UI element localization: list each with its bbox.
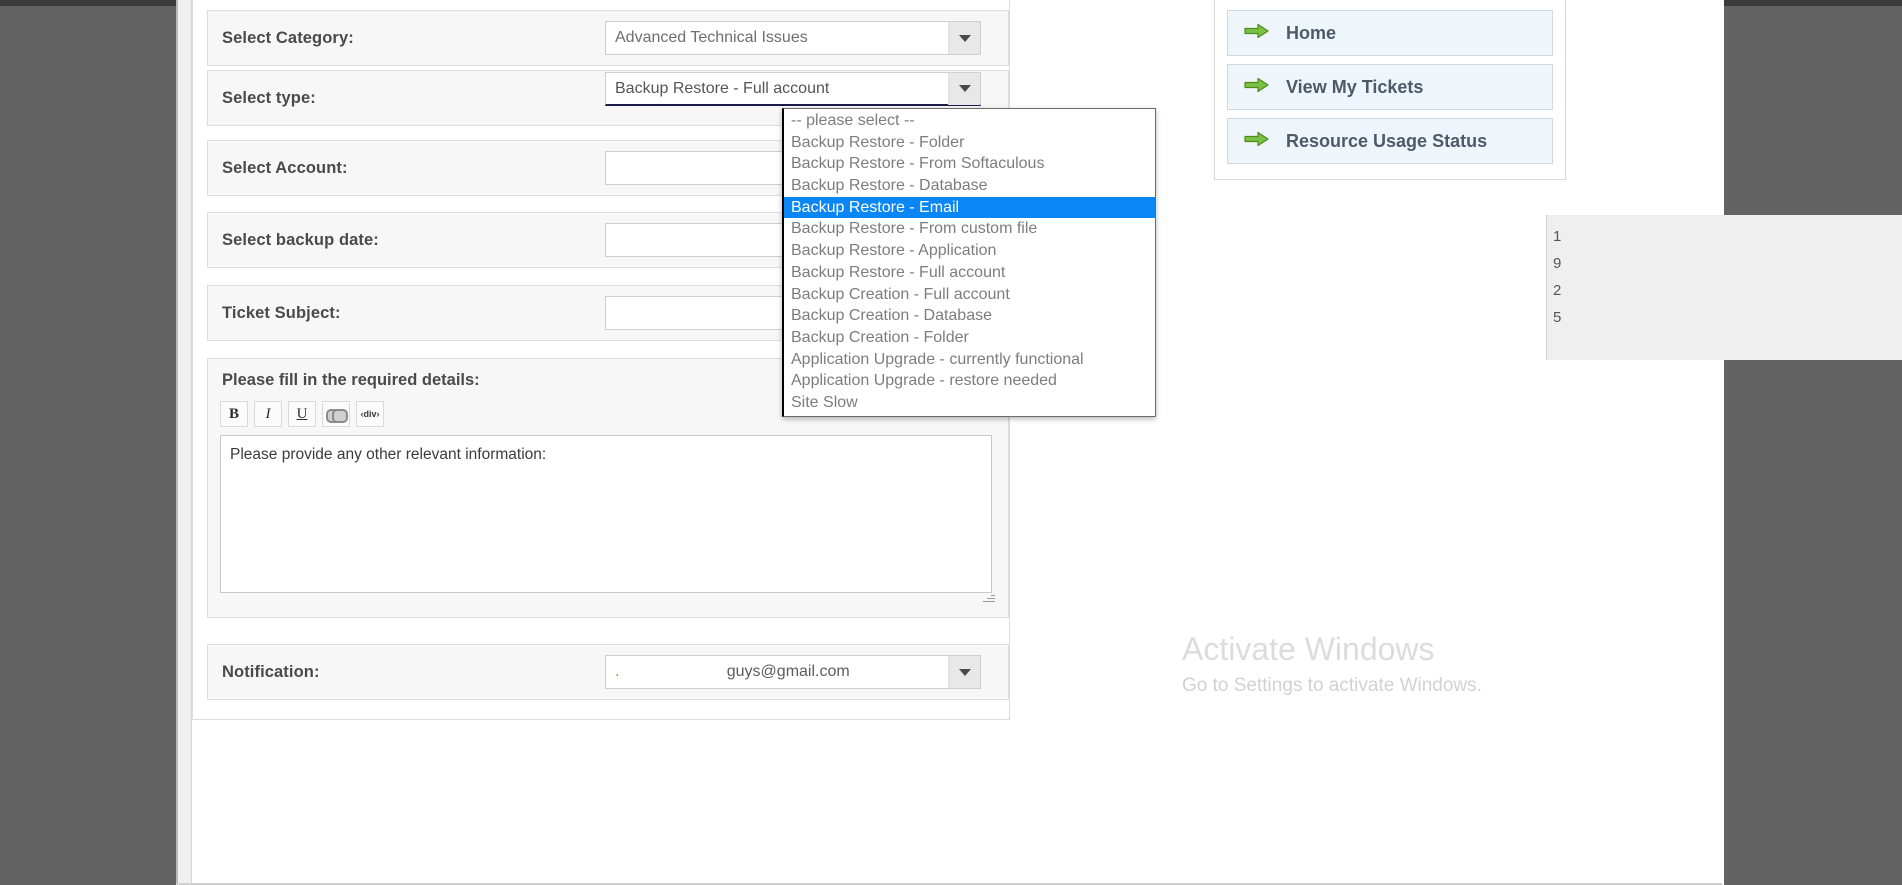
notification-email-value: guys@gmail.com bbox=[619, 663, 948, 681]
option-item[interactable]: Backup Creation - Database bbox=[784, 305, 1155, 327]
bold-button[interactable]: B bbox=[220, 401, 248, 427]
label-notification: Notification: bbox=[208, 663, 320, 682]
option-item[interactable]: Backup Creation - Folder bbox=[784, 327, 1155, 349]
select-type-dropdown[interactable]: Backup Restore - Full account bbox=[605, 72, 981, 106]
notification-email-dropdown[interactable]: . guys@gmail.com bbox=[605, 655, 981, 689]
right-edge-panel: 1 9 2 5 bbox=[1546, 215, 1902, 360]
option-item[interactable]: Backup Restore - Full account bbox=[784, 262, 1155, 284]
page-canvas: Select Category: Advanced Technical Issu… bbox=[176, 0, 1722, 885]
sidebar-item-label: View My Tickets bbox=[1286, 77, 1423, 98]
option-item[interactable]: Backup Restore - From Softaculous bbox=[784, 153, 1155, 175]
select-type-option-list[interactable]: -- please select -- Backup Restore - Fol… bbox=[782, 108, 1156, 417]
notification-email-prefix: . bbox=[606, 663, 619, 681]
sidebar-nav: Home View My Tickets bbox=[1214, 0, 1566, 180]
details-textarea[interactable]: Please provide any other relevant inform… bbox=[220, 435, 992, 593]
option-item[interactable]: -- please select -- bbox=[784, 110, 1155, 132]
label-ticket-subject: Ticket Subject: bbox=[208, 304, 341, 323]
option-item[interactable]: Backup Restore - Folder bbox=[784, 132, 1155, 154]
green-arrow-icon bbox=[1244, 131, 1270, 152]
sidebar-item-resource-usage-status[interactable]: Resource Usage Status bbox=[1227, 118, 1553, 164]
screen-root: Select Category: Advanced Technical Issu… bbox=[0, 0, 1902, 885]
select-category-dropdown[interactable]: Advanced Technical Issues bbox=[605, 21, 981, 55]
div-tag-button[interactable]: ‹div› bbox=[356, 401, 384, 427]
sidebar-item-label: Home bbox=[1286, 23, 1336, 44]
option-item[interactable]: Backup Creation - Full account bbox=[784, 284, 1155, 306]
underline-button[interactable]: U bbox=[288, 401, 316, 427]
editor-title: Please fill in the required details: bbox=[222, 371, 480, 390]
right-edge-line: 2 bbox=[1553, 277, 1561, 304]
page-canvas-inner: Select Category: Advanced Technical Issu… bbox=[178, 0, 1724, 885]
right-edge-line: 9 bbox=[1553, 250, 1561, 277]
right-edge-line: 1 bbox=[1553, 223, 1561, 250]
option-item[interactable]: Application Upgrade - restore needed bbox=[784, 370, 1155, 392]
option-item[interactable]: Backup Restore - Database bbox=[784, 175, 1155, 197]
green-arrow-icon bbox=[1244, 77, 1270, 98]
editor-toolbar: B I U ‹div› bbox=[220, 401, 384, 427]
textarea-resize-grip[interactable] bbox=[983, 591, 995, 603]
label-select-category: Select Category: bbox=[208, 29, 354, 48]
green-arrow-icon bbox=[1244, 23, 1270, 44]
sidebar-item-home[interactable]: Home bbox=[1227, 10, 1553, 56]
right-edge-numbers: 1 9 2 5 bbox=[1553, 223, 1561, 331]
label-select-backup-date: Select backup date: bbox=[208, 231, 379, 250]
option-item[interactable]: Backup Restore - Application bbox=[784, 240, 1155, 262]
left-gutter bbox=[178, 0, 192, 885]
option-item[interactable]: Site Slow bbox=[784, 392, 1155, 414]
label-select-type: Select type: bbox=[208, 89, 316, 108]
italic-button[interactable]: I bbox=[254, 401, 282, 427]
option-item[interactable]: Backup Restore - From custom file bbox=[784, 218, 1155, 240]
chevron-down-icon[interactable] bbox=[948, 73, 980, 105]
select-type-value: Backup Restore - Full account bbox=[606, 80, 829, 98]
chevron-down-icon[interactable] bbox=[948, 22, 980, 54]
option-item[interactable]: Application Upgrade - currently function… bbox=[784, 349, 1155, 371]
right-edge-line: 5 bbox=[1553, 304, 1561, 331]
sidebar-item-view-my-tickets[interactable]: View My Tickets bbox=[1227, 64, 1553, 110]
chevron-down-icon[interactable] bbox=[948, 656, 980, 688]
link-button[interactable] bbox=[322, 401, 350, 427]
link-icon bbox=[326, 409, 346, 419]
select-category-value: Advanced Technical Issues bbox=[606, 29, 808, 47]
sidebar-item-label: Resource Usage Status bbox=[1286, 131, 1487, 152]
label-select-account: Select Account: bbox=[208, 159, 348, 178]
option-item-selected[interactable]: Backup Restore - Email bbox=[784, 197, 1155, 219]
